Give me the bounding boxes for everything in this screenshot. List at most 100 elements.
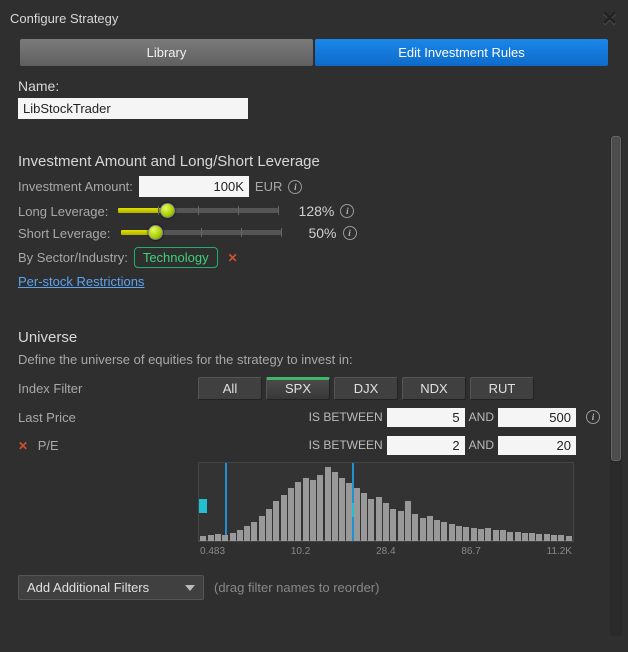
scrollbar-thumb[interactable]	[611, 136, 621, 461]
last-price-low-input[interactable]	[387, 408, 465, 427]
index-filter-djx[interactable]: DJX	[334, 377, 398, 400]
histogram-bar	[420, 518, 426, 541]
histogram-bar	[332, 472, 338, 541]
histogram-bar	[317, 475, 323, 541]
pe-low-input[interactable]	[387, 436, 465, 455]
axis-tick: 10.2	[291, 546, 310, 557]
histogram-bar	[405, 501, 411, 541]
pe-label: P/E	[38, 438, 59, 453]
histogram-bar	[434, 520, 440, 541]
histogram-bar	[493, 530, 499, 541]
histogram-bar	[383, 503, 389, 541]
histogram-bar	[222, 535, 228, 541]
sector-label: By Sector/Industry:	[18, 250, 128, 265]
histogram-bar	[398, 511, 404, 541]
remove-sector-icon[interactable]: ✕	[228, 251, 238, 265]
long-leverage-label: Long Leverage:	[18, 204, 108, 219]
name-label: Name:	[18, 78, 600, 94]
scrollbar[interactable]	[610, 136, 622, 636]
histogram-bar	[529, 533, 535, 541]
universe-subtitle: Define the universe of equities for the …	[18, 352, 600, 367]
axis-tick: 0.483	[200, 546, 225, 557]
pe-filter-label[interactable]: ✕ P/E	[18, 438, 198, 453]
name-input[interactable]	[18, 98, 248, 119]
histogram-bar	[551, 535, 557, 541]
histogram-bar	[507, 532, 513, 542]
section-investment-title: Investment Amount and Long/Short Leverag…	[18, 153, 600, 170]
histogram-bar	[485, 528, 491, 541]
histogram-bar	[325, 467, 331, 541]
dropdown-label: Add Additional Filters	[27, 580, 149, 595]
histogram-bar	[441, 522, 447, 541]
pe-histogram[interactable]	[198, 462, 574, 542]
histogram-bar	[515, 532, 521, 542]
histogram-bar	[536, 534, 542, 541]
range-marker-low-line[interactable]	[225, 463, 227, 541]
histogram-bar	[368, 499, 374, 541]
operator-and-label: AND	[469, 438, 494, 452]
long-leverage-slider[interactable]	[118, 203, 278, 219]
operator-label: IS BETWEEN	[309, 410, 383, 424]
info-icon[interactable]: i	[343, 226, 357, 240]
index-filter-ndx[interactable]: NDX	[402, 377, 466, 400]
info-icon[interactable]: i	[340, 204, 354, 218]
info-icon[interactable]: i	[586, 410, 600, 424]
index-filter-label: Index Filter	[18, 381, 198, 396]
histogram-bar	[390, 509, 396, 541]
histogram-bar	[449, 524, 455, 541]
histogram-bar	[566, 536, 572, 541]
window-title: Configure Strategy	[10, 11, 118, 26]
histogram-bar	[412, 514, 418, 541]
short-leverage-label: Short Leverage:	[18, 226, 111, 241]
histogram-bar	[471, 528, 477, 541]
histogram-bar	[303, 478, 309, 541]
investment-amount-label: Investment Amount:	[18, 179, 133, 194]
histogram-bar	[544, 534, 550, 541]
investment-amount-input[interactable]	[139, 176, 249, 197]
axis-tick: 86.7	[461, 546, 480, 557]
histogram-bar	[500, 530, 506, 541]
histogram-bar	[237, 530, 243, 541]
histogram-bar	[456, 526, 462, 541]
histogram-bar	[558, 535, 564, 541]
histogram-bar	[215, 534, 221, 541]
range-marker-low-handle[interactable]	[199, 499, 207, 513]
tab-library[interactable]: Library	[20, 39, 313, 66]
histogram-bar	[478, 529, 484, 541]
index-filter-rut[interactable]: RUT	[470, 377, 534, 400]
short-leverage-slider[interactable]	[121, 225, 281, 241]
add-additional-filters-dropdown[interactable]: Add Additional Filters	[18, 575, 204, 600]
tab-edit-investment-rules[interactable]: Edit Investment Rules	[315, 39, 608, 66]
axis-tick: 28.4	[376, 546, 395, 557]
operator-and-label: AND	[469, 410, 494, 424]
histogram-bar	[288, 488, 294, 541]
histogram-bar	[463, 527, 469, 541]
histogram-bar	[354, 488, 360, 541]
histogram-bar	[208, 535, 214, 541]
histogram-bar	[339, 478, 345, 541]
histogram-bar	[273, 501, 279, 541]
close-icon[interactable]: ✕	[601, 6, 618, 31]
histogram-bar	[230, 533, 236, 541]
last-price-high-input[interactable]	[498, 408, 576, 427]
histogram-bar	[346, 483, 352, 541]
per-stock-restrictions-link[interactable]: Per-stock Restrictions	[18, 274, 600, 289]
index-filter-spx[interactable]: SPX	[266, 377, 330, 400]
pe-high-input[interactable]	[498, 436, 576, 455]
last-price-label: Last Price	[18, 410, 198, 425]
histogram-bar	[522, 533, 528, 541]
currency-label: EUR	[255, 179, 282, 194]
sector-chip[interactable]: Technology	[134, 247, 218, 268]
histogram-bar	[266, 509, 272, 541]
axis-tick: 11.2K	[547, 546, 572, 557]
section-universe-title: Universe	[18, 329, 600, 346]
histogram-bar	[281, 495, 287, 542]
operator-label: IS BETWEEN	[309, 438, 383, 452]
index-filter-all[interactable]: All	[198, 377, 262, 400]
histogram-bar	[427, 516, 433, 541]
histogram-bar	[376, 497, 382, 541]
info-icon[interactable]: i	[288, 180, 302, 194]
long-leverage-value: 128%	[288, 203, 334, 219]
remove-pe-filter-icon[interactable]: ✕	[18, 439, 28, 453]
histogram-bar	[295, 482, 301, 541]
